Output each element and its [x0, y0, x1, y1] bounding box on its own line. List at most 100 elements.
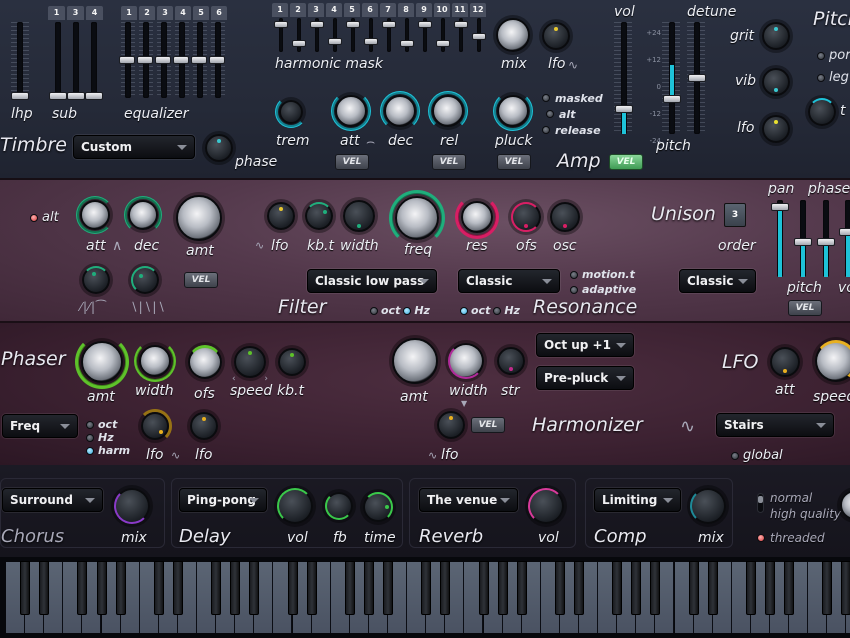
phaser-kbt-knob[interactable]: [278, 348, 306, 376]
harmonic-slider-4[interactable]: [333, 18, 337, 52]
reverb-vol-knob[interactable]: [528, 488, 564, 524]
lfo-shape-dropdown[interactable]: Stairs: [716, 413, 834, 437]
filter-att-knob[interactable]: [80, 200, 110, 230]
eq-tab-3[interactable]: 3: [157, 6, 173, 20]
pitch-lfo-knob[interactable]: [762, 115, 790, 143]
att-curve-knob[interactable]: [82, 266, 110, 294]
delay-preset-dropdown[interactable]: Ping-pong: [179, 488, 267, 512]
black-key[interactable]: [211, 561, 222, 615]
unison-vol-thumb[interactable]: [839, 227, 850, 236]
quality-switch[interactable]: [757, 493, 764, 513]
filter-alt-option[interactable]: alt: [30, 210, 59, 225]
motion-tracking-option[interactable]: motion.t: [570, 267, 636, 282]
chorus-preset-dropdown[interactable]: Surround: [2, 488, 103, 512]
adaptive-led[interactable]: [570, 285, 578, 294]
harmonizer-width-knob[interactable]: [448, 343, 484, 379]
phaser-oct-radio[interactable]: [86, 420, 94, 429]
glide-time-knob[interactable]: [808, 98, 836, 126]
amp-att-vel-button[interactable]: VEL: [335, 154, 369, 170]
harmonic-slider-5-thumb[interactable]: [346, 20, 360, 28]
black-key[interactable]: [784, 561, 795, 615]
timbre-preset-dropdown[interactable]: Custom: [73, 135, 195, 159]
black-key[interactable]: [421, 561, 432, 615]
phaser-hz-option[interactable]: Hz: [86, 431, 130, 444]
filter-vel-button[interactable]: VEL: [184, 272, 218, 288]
legato-led[interactable]: [817, 73, 825, 82]
phaser-ofs-knob[interactable]: [188, 345, 222, 379]
harmonic-slider-12-thumb[interactable]: [472, 33, 486, 41]
comp-preset-dropdown[interactable]: Limiting: [594, 488, 681, 512]
black-key[interactable]: [650, 561, 661, 615]
harmonic-tab-7[interactable]: 7: [380, 3, 396, 17]
black-key[interactable]: [363, 561, 374, 615]
harmonizer-lfo-knob[interactable]: [437, 411, 465, 439]
comp-mix-knob[interactable]: [690, 488, 726, 524]
phaser-hz-radio[interactable]: [86, 433, 94, 442]
lhp-slider-thumb[interactable]: [11, 92, 29, 100]
unison-phase-thumb[interactable]: [817, 237, 835, 246]
harmonic-slider-3-thumb[interactable]: [310, 20, 324, 28]
ofs-knob[interactable]: [511, 202, 541, 232]
vol-slider-thumb[interactable]: [615, 105, 633, 114]
harmonic-slider-7-thumb[interactable]: [382, 20, 396, 28]
eq-tab-2[interactable]: 2: [139, 6, 155, 20]
black-key[interactable]: [574, 561, 584, 615]
black-key[interactable]: [822, 561, 833, 615]
phaser-amt-knob[interactable]: [81, 341, 123, 383]
harmonic-tab-4[interactable]: 4: [326, 3, 342, 17]
black-key[interactable]: [96, 561, 107, 615]
legato-option[interactable]: leg: [817, 70, 849, 85]
timbre-lfo-knob[interactable]: [542, 22, 570, 50]
sub-slider-3[interactable]: [73, 22, 79, 98]
filter-hz-radio[interactable]: [403, 306, 412, 315]
quality-switch-handle[interactable]: [758, 496, 763, 503]
harmonizer-interval-dropdown[interactable]: Oct up +1: [536, 333, 634, 357]
delay-fb-knob[interactable]: [325, 492, 353, 520]
sub-slider-1-thumb[interactable]: [49, 92, 67, 100]
masked-option[interactable]: masked: [542, 90, 603, 106]
unison-pitch-thumb[interactable]: [794, 237, 812, 246]
sub-slider-4[interactable]: [91, 22, 97, 98]
black-key[interactable]: [230, 561, 241, 615]
harmonizer-amt-knob[interactable]: [392, 338, 438, 384]
phaser-harm-radio[interactable]: [86, 446, 94, 455]
pluck-vel-button[interactable]: VEL: [497, 154, 531, 170]
lfo-att-knob[interactable]: [770, 347, 800, 377]
black-key[interactable]: [554, 561, 565, 615]
osc-knob[interactable]: [550, 202, 580, 232]
delay-vol-knob[interactable]: [277, 488, 313, 524]
black-key[interactable]: [516, 561, 527, 615]
lhp-slider[interactable]: [17, 22, 23, 98]
reverb-preset-dropdown[interactable]: The venue: [419, 488, 518, 512]
release-option[interactable]: release: [542, 122, 603, 138]
resonance-type-dropdown[interactable]: Classic: [458, 269, 560, 293]
harmonic-slider-10-thumb[interactable]: [436, 40, 450, 48]
black-key[interactable]: [344, 561, 355, 615]
black-key[interactable]: [478, 561, 489, 615]
eq-slider-1-thumb[interactable]: [119, 56, 135, 64]
dec-curve-knob[interactable]: [131, 266, 159, 294]
black-key[interactable]: [172, 561, 183, 615]
normal-quality-label[interactable]: normal: [770, 491, 812, 505]
detune-slider-thumb[interactable]: [688, 74, 706, 82]
pitch-slider-thumb[interactable]: [663, 94, 681, 103]
portamento-led[interactable]: [817, 51, 825, 60]
black-key[interactable]: [383, 561, 393, 615]
phaser-harm-option[interactable]: harm: [86, 444, 130, 457]
piano-keyboard[interactable]: [0, 557, 850, 638]
filter-lfo-knob[interactable]: [267, 202, 295, 230]
harmonizer-str-knob[interactable]: [497, 347, 525, 375]
lfo-speed-knob[interactable]: [815, 340, 850, 382]
amp-rel-vel-button[interactable]: VEL: [432, 154, 466, 170]
black-key[interactable]: [612, 561, 623, 615]
harmonic-slider-6[interactable]: [369, 18, 373, 52]
sub-tab-4[interactable]: 4: [86, 6, 103, 20]
pluck-knob[interactable]: [497, 95, 529, 127]
high-quality-label[interactable]: high quality: [770, 507, 841, 521]
harmonic-tab-5[interactable]: 5: [344, 3, 360, 17]
harmonic-slider-6-thumb[interactable]: [364, 37, 378, 45]
adaptive-option[interactable]: adaptive: [570, 282, 636, 297]
harmonic-tab-1[interactable]: 1: [272, 3, 288, 17]
harmonic-slider-4-thumb[interactable]: [328, 37, 342, 45]
amp-dec-knob[interactable]: [384, 95, 416, 127]
